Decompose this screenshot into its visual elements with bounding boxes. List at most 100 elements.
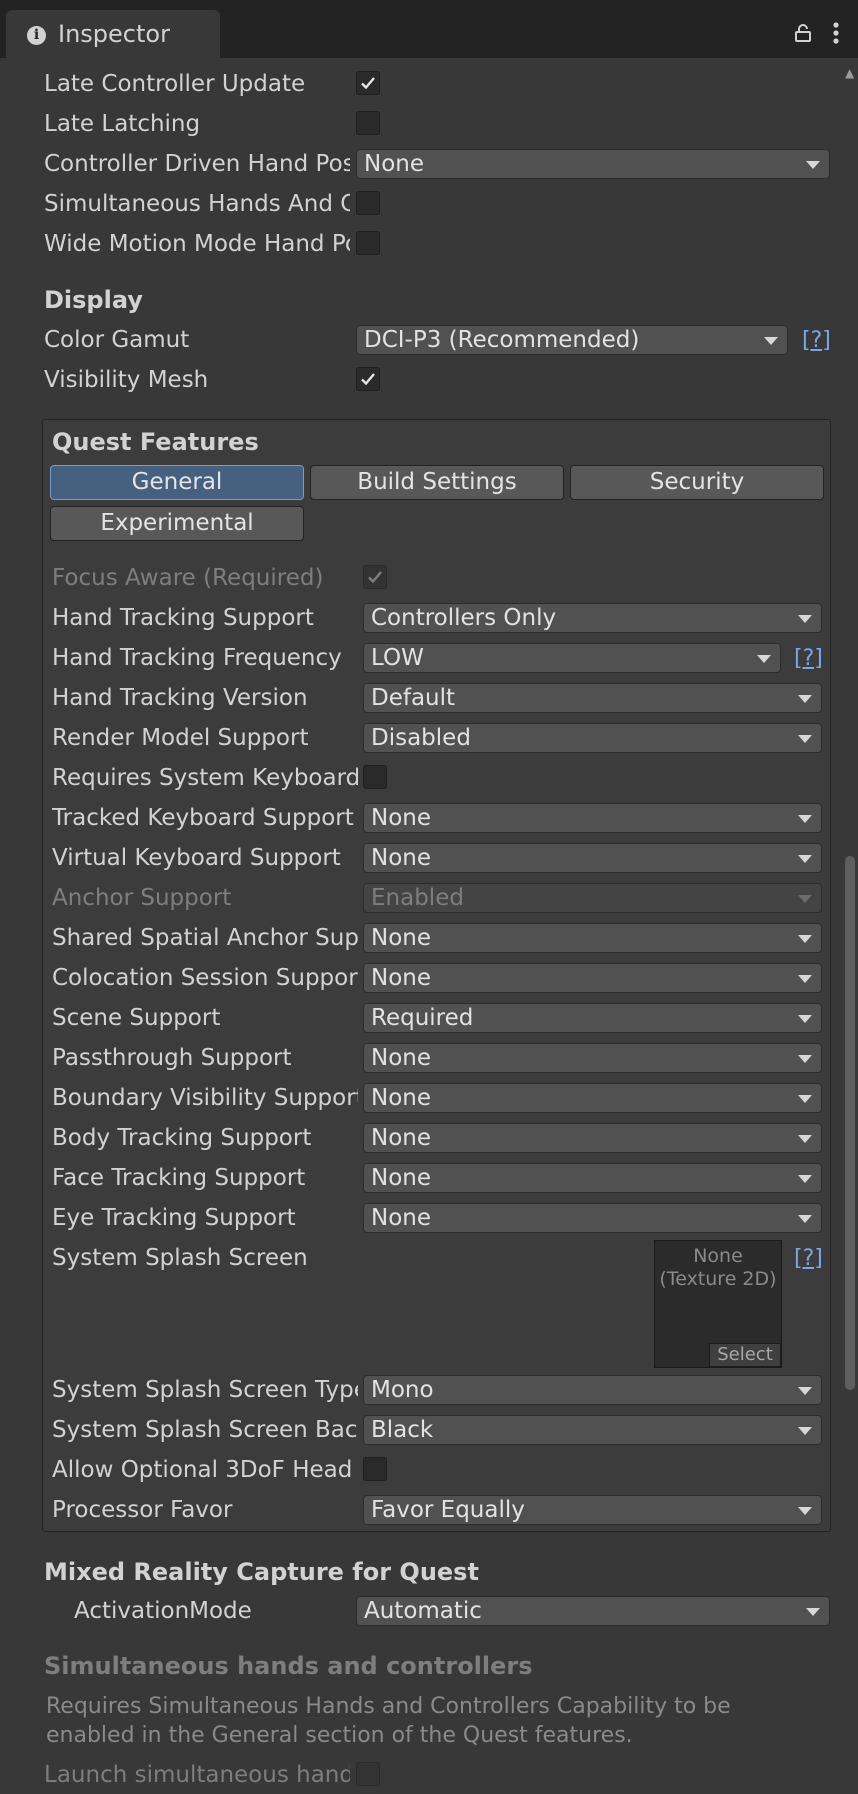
wide-motion-mode-checkbox[interactable] xyxy=(356,231,380,255)
checkmark-icon xyxy=(361,77,375,90)
passthrough-support-dropdown[interactable]: None xyxy=(363,1043,822,1073)
chevron-down-icon xyxy=(798,1135,812,1143)
activation-mode-label: ActivationMode xyxy=(74,1598,252,1624)
dropdown-value: Automatic xyxy=(364,1598,482,1624)
shc-description: Requires Simultaneous Hands and Controll… xyxy=(46,1694,731,1748)
texture-select-button[interactable]: Select xyxy=(709,1343,781,1367)
allow-3dof-head-checkbox[interactable] xyxy=(363,1457,387,1481)
face-tracking-support-dropdown[interactable]: None xyxy=(363,1163,822,1193)
chevron-down-icon xyxy=(798,1095,812,1103)
late-latching-label: Late Latching xyxy=(44,111,201,137)
splash-screen-background-label: System Splash Screen Back xyxy=(52,1417,358,1443)
simultaneous-hands-checkbox[interactable] xyxy=(356,191,380,215)
splash-screen-type-dropdown[interactable]: Mono xyxy=(363,1375,822,1405)
controller-driven-hand-pos-dropdown[interactable]: None xyxy=(356,149,830,179)
chevron-down-icon xyxy=(798,895,812,903)
body-tracking-support-dropdown[interactable]: None xyxy=(363,1123,822,1153)
chevron-down-icon xyxy=(798,975,812,983)
dropdown-value: None xyxy=(371,925,432,951)
mrc-header: Mixed Reality Capture for Quest xyxy=(44,1558,479,1586)
render-model-support-label: Render Model Support xyxy=(52,725,309,751)
dropdown-value: None xyxy=(364,151,425,177)
wide-motion-mode-label: Wide Motion Mode Hand Po xyxy=(44,231,350,257)
dropdown-value: Controllers Only xyxy=(371,605,557,631)
chevron-down-icon xyxy=(798,1055,812,1063)
dropdown-value: DCI-P3 (Recommended) xyxy=(364,327,640,353)
tab-title: Inspector xyxy=(58,20,170,48)
display-header: Display xyxy=(44,286,143,314)
checkmark-icon xyxy=(368,571,382,584)
anchor-support-label: Anchor Support xyxy=(52,885,232,911)
focus-aware-checkbox xyxy=(363,565,387,589)
hand-tracking-frequency-dropdown[interactable]: LOW xyxy=(363,643,781,673)
scrollbar-thumb[interactable] xyxy=(845,856,855,1390)
colocation-session-label: Colocation Session Suppor xyxy=(52,965,358,991)
dropdown-value: None xyxy=(371,1165,432,1191)
more-options-icon[interactable] xyxy=(833,22,839,44)
late-latching-checkbox[interactable] xyxy=(356,111,380,135)
tab-general[interactable]: General xyxy=(50,465,304,500)
chevron-down-icon xyxy=(798,1387,812,1395)
splash-help-link[interactable]: [?] xyxy=(794,1246,823,1271)
tab-experimental[interactable]: Experimental xyxy=(50,506,304,541)
boundary-visibility-dropdown[interactable]: None xyxy=(363,1083,822,1113)
inspector-tab[interactable]: i Inspector xyxy=(6,10,220,58)
eye-tracking-support-dropdown[interactable]: None xyxy=(363,1203,822,1233)
dropdown-value: None xyxy=(371,805,432,831)
shc-header: Simultaneous hands and controllers xyxy=(44,1652,533,1680)
hand-tracking-support-label: Hand Tracking Support xyxy=(52,605,314,631)
color-gamut-dropdown[interactable]: DCI-P3 (Recommended) xyxy=(356,325,788,355)
processor-favor-label: Processor Favor xyxy=(52,1497,233,1523)
dropdown-value: None xyxy=(371,1045,432,1071)
tab-build-settings[interactable]: Build Settings xyxy=(310,465,564,500)
activation-mode-dropdown[interactable]: Automatic xyxy=(356,1596,830,1626)
dropdown-value: None xyxy=(371,845,432,871)
hand-tracking-support-dropdown[interactable]: Controllers Only xyxy=(363,603,822,633)
splash-texture-field[interactable]: None (Texture 2D) Select xyxy=(654,1240,782,1368)
visibility-mesh-checkbox[interactable] xyxy=(356,367,380,391)
dropdown-value: Mono xyxy=(371,1377,434,1403)
passthrough-support-label: Passthrough Support xyxy=(52,1045,292,1071)
chevron-down-icon xyxy=(798,1175,812,1183)
eye-tracking-support-label: Eye Tracking Support xyxy=(52,1205,296,1231)
chevron-down-icon xyxy=(806,1608,820,1616)
splash-screen-background-dropdown[interactable]: Black xyxy=(363,1415,822,1445)
launch-simultaneous-hands-checkbox xyxy=(356,1762,380,1786)
late-controller-update-checkbox[interactable] xyxy=(356,71,380,95)
chevron-down-icon xyxy=(806,161,820,169)
shared-spatial-anchor-dropdown[interactable]: None xyxy=(363,923,822,953)
chevron-down-icon xyxy=(798,1015,812,1023)
chevron-down-icon xyxy=(798,615,812,623)
boundary-visibility-label: Boundary Visibility Support xyxy=(52,1085,358,1111)
hand-tracking-version-dropdown[interactable]: Default xyxy=(363,683,822,713)
hand-tracking-frequency-help-link[interactable]: [?] xyxy=(794,646,823,671)
virtual-keyboard-support-label: Virtual Keyboard Support xyxy=(52,845,341,871)
info-icon: i xyxy=(27,26,46,45)
render-model-support-dropdown[interactable]: Disabled xyxy=(363,723,822,753)
colocation-session-dropdown[interactable]: None xyxy=(363,963,822,993)
dropdown-value: Disabled xyxy=(371,725,471,751)
virtual-keyboard-support-dropdown[interactable]: None xyxy=(363,843,822,873)
simultaneous-hands-label: Simultaneous Hands And C xyxy=(44,191,350,217)
late-controller-update-label: Late Controller Update xyxy=(44,71,306,97)
tab-security[interactable]: Security xyxy=(570,465,824,500)
requires-system-keyboard-checkbox[interactable] xyxy=(363,765,387,789)
processor-favor-dropdown[interactable]: Favor Equally xyxy=(363,1495,822,1525)
dropdown-value: None xyxy=(371,1125,432,1151)
lock-icon[interactable] xyxy=(795,24,811,42)
dropdown-value: Favor Equally xyxy=(371,1497,525,1523)
chevron-down-icon xyxy=(798,1427,812,1435)
anchor-support-dropdown: Enabled xyxy=(363,883,822,913)
focus-aware-label: Focus Aware (Required) xyxy=(52,565,324,591)
texture-value: None (Texture 2D) xyxy=(659,1245,777,1290)
color-gamut-help-link[interactable]: [?] xyxy=(802,328,831,353)
allow-3dof-head-label: Allow Optional 3DoF Head T xyxy=(52,1457,358,1483)
scroll-up-icon[interactable]: ▲ xyxy=(845,66,854,80)
color-gamut-label: Color Gamut xyxy=(44,327,190,353)
dropdown-value: Black xyxy=(371,1417,434,1443)
checkmark-icon xyxy=(361,373,375,386)
scene-support-dropdown[interactable]: Required xyxy=(363,1003,822,1033)
launch-simultaneous-hands-label: Launch simultaneous hands xyxy=(44,1762,350,1788)
tracked-keyboard-support-dropdown[interactable]: None xyxy=(363,803,822,833)
chevron-down-icon xyxy=(798,1507,812,1515)
